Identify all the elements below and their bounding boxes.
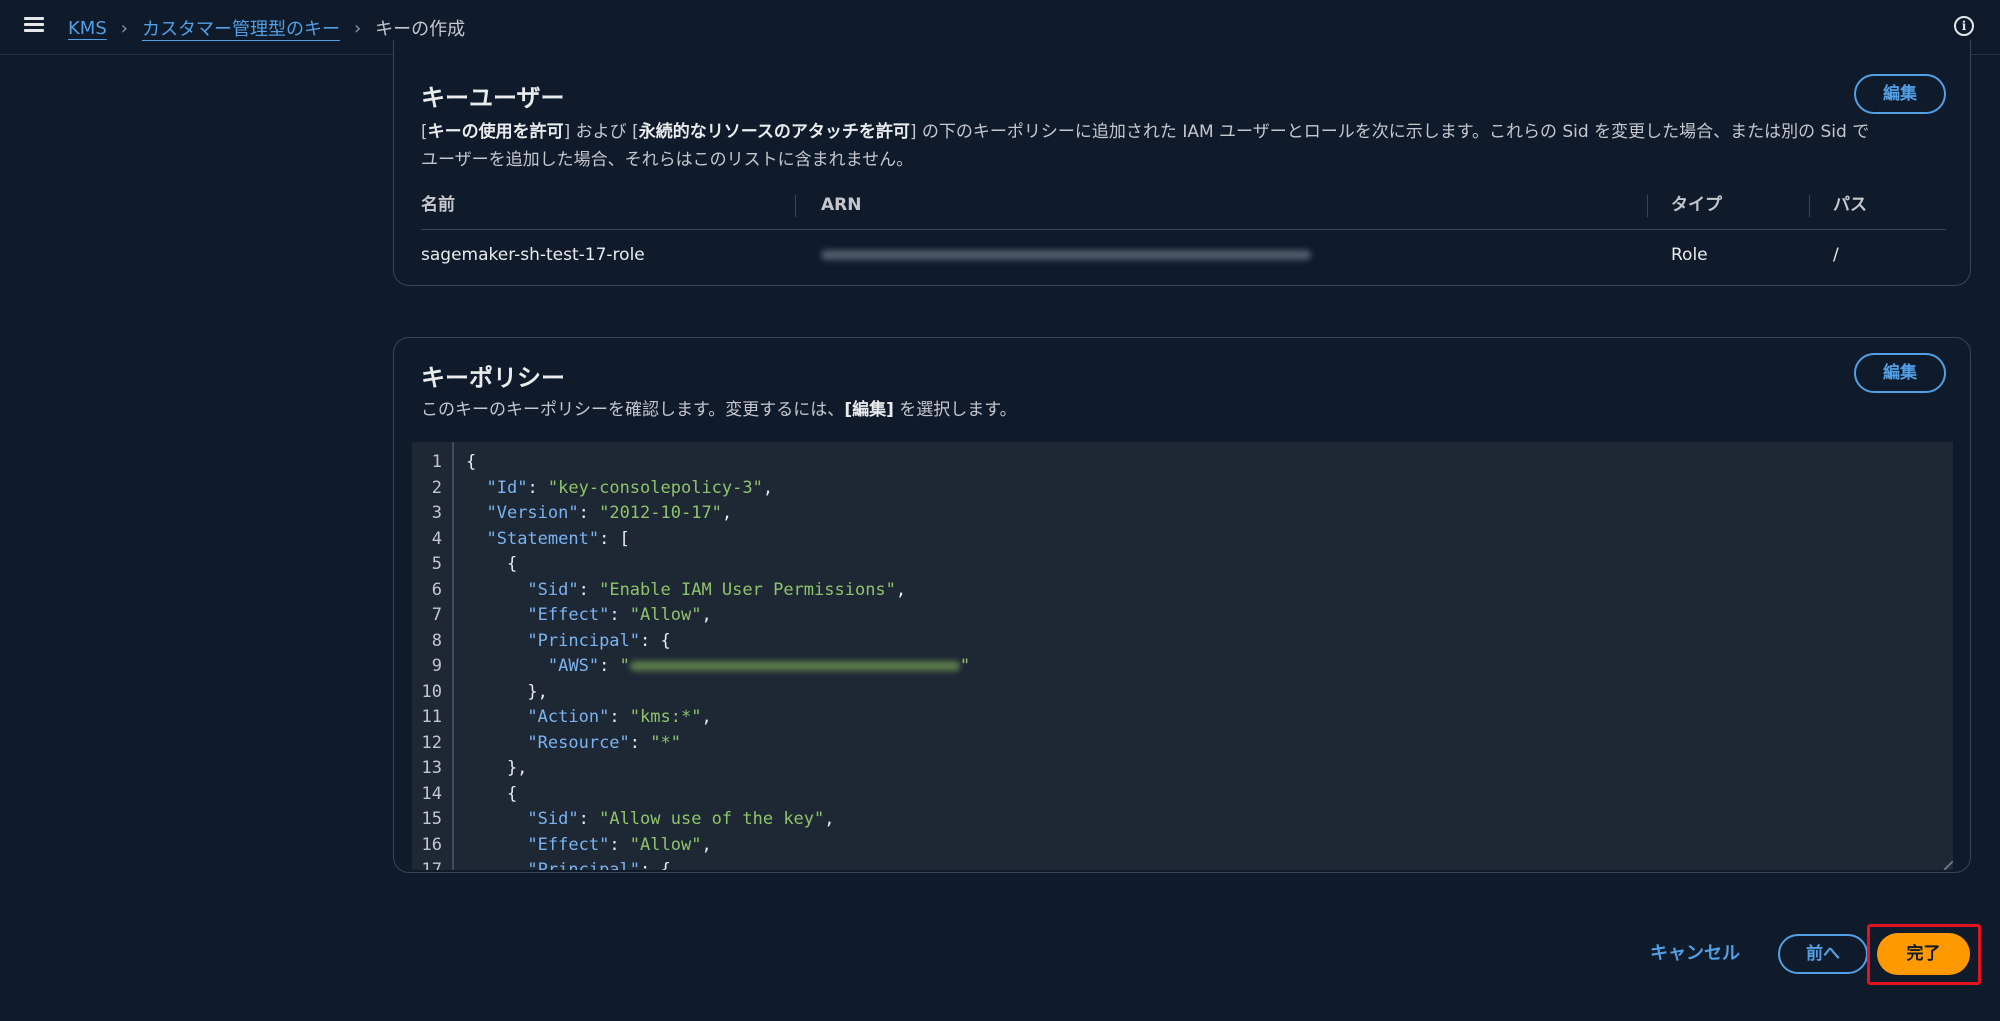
key-users-panel: キーユーザー 編集 [キーの使用を許可] および [永続的なリソースのアタッチを… [393, 40, 1971, 286]
user-type-cell: Role [1671, 245, 1708, 265]
code-line: 7 "Effect": "Allow", [431, 605, 712, 625]
finish-button[interactable]: 完了 [1877, 933, 1970, 975]
code-line: 16 "Effect": "Allow", [421, 834, 712, 855]
user-arn-cell-redacted [821, 230, 1311, 280]
code-line: 5 { [431, 554, 518, 574]
key-policy-edit-button[interactable]: 編集 [1854, 353, 1946, 393]
user-name-cell: sagemaker-sh-test-17-role [421, 245, 645, 265]
breadcrumb: KMS › カスタマー管理型のキー › キーの作成 [68, 15, 465, 41]
code-line: 14 { [421, 783, 518, 804]
code-line: 8 "Principal": { [431, 630, 671, 651]
code-line: 15 "Sid": "Allow use of the key", [421, 809, 835, 829]
code-line: 2 "Id": "key-consolepolicy-3", [431, 477, 774, 498]
key-users-description: [キーの使用を許可] および [永続的なリソースのアタッチを許可] の下のキーポ… [421, 122, 1870, 170]
breadcrumb-customer-managed-keys[interactable]: カスタマー管理型のキー [142, 15, 340, 41]
key-policy-title: キーポリシー [421, 364, 565, 392]
column-header-path[interactable]: パス [1833, 180, 1867, 230]
previous-button[interactable]: 前へ [1778, 934, 1868, 974]
menu-icon[interactable] [24, 17, 44, 33]
key-users-title: キーユーザー [421, 84, 565, 112]
key-policy-description: このキーのキーポリシーを確認します。変更するには、[編集] を選択します。 [421, 400, 1017, 420]
code-line: 10 }, [421, 681, 548, 702]
code-line: 13 }, [421, 758, 528, 778]
code-line: 6 "Sid": "Enable IAM User Permissions", [431, 579, 907, 600]
breadcrumb-current: キーの作成 [375, 19, 466, 40]
column-header-arn[interactable]: ARN [821, 180, 861, 230]
cancel-button[interactable]: キャンセル [1640, 934, 1750, 974]
key-users-table-header: 名前 ARN タイプ パス [421, 180, 1946, 230]
chevron-right-icon: › [353, 17, 362, 39]
code-line: 12 "Resource": "*" [421, 732, 681, 753]
table-row: sagemaker-sh-test-17-role Role / [421, 230, 1946, 280]
code-line: 17 "Principal": { [421, 860, 671, 870]
user-path-cell: / [1833, 245, 1839, 265]
key-policy-code-editor[interactable]: 1{ 2 "Id": "key-consolepolicy-3", 3 "Ver… [412, 442, 1953, 870]
info-icon[interactable]: i [1954, 16, 1974, 36]
key-policy-panel: キーポリシー 編集 このキーのキーポリシーを確認します。変更するには、[編集] … [393, 337, 1971, 873]
code-line: 9 "AWS": " " [431, 656, 971, 676]
code-line: 11 "Action": "kms:*", [421, 707, 712, 727]
redacted-arn [629, 661, 960, 671]
column-header-name[interactable]: 名前 [421, 180, 455, 230]
key-users-edit-button[interactable]: 編集 [1854, 74, 1946, 114]
code-line: 3 "Version": "2012-10-17", [431, 503, 733, 523]
code-line: 1{ [431, 452, 477, 472]
breadcrumb-kms[interactable]: KMS [68, 18, 107, 39]
code-line: 4 "Statement": [ [431, 528, 630, 549]
column-header-type[interactable]: タイプ [1671, 180, 1722, 230]
chevron-right-icon: › [120, 17, 128, 39]
